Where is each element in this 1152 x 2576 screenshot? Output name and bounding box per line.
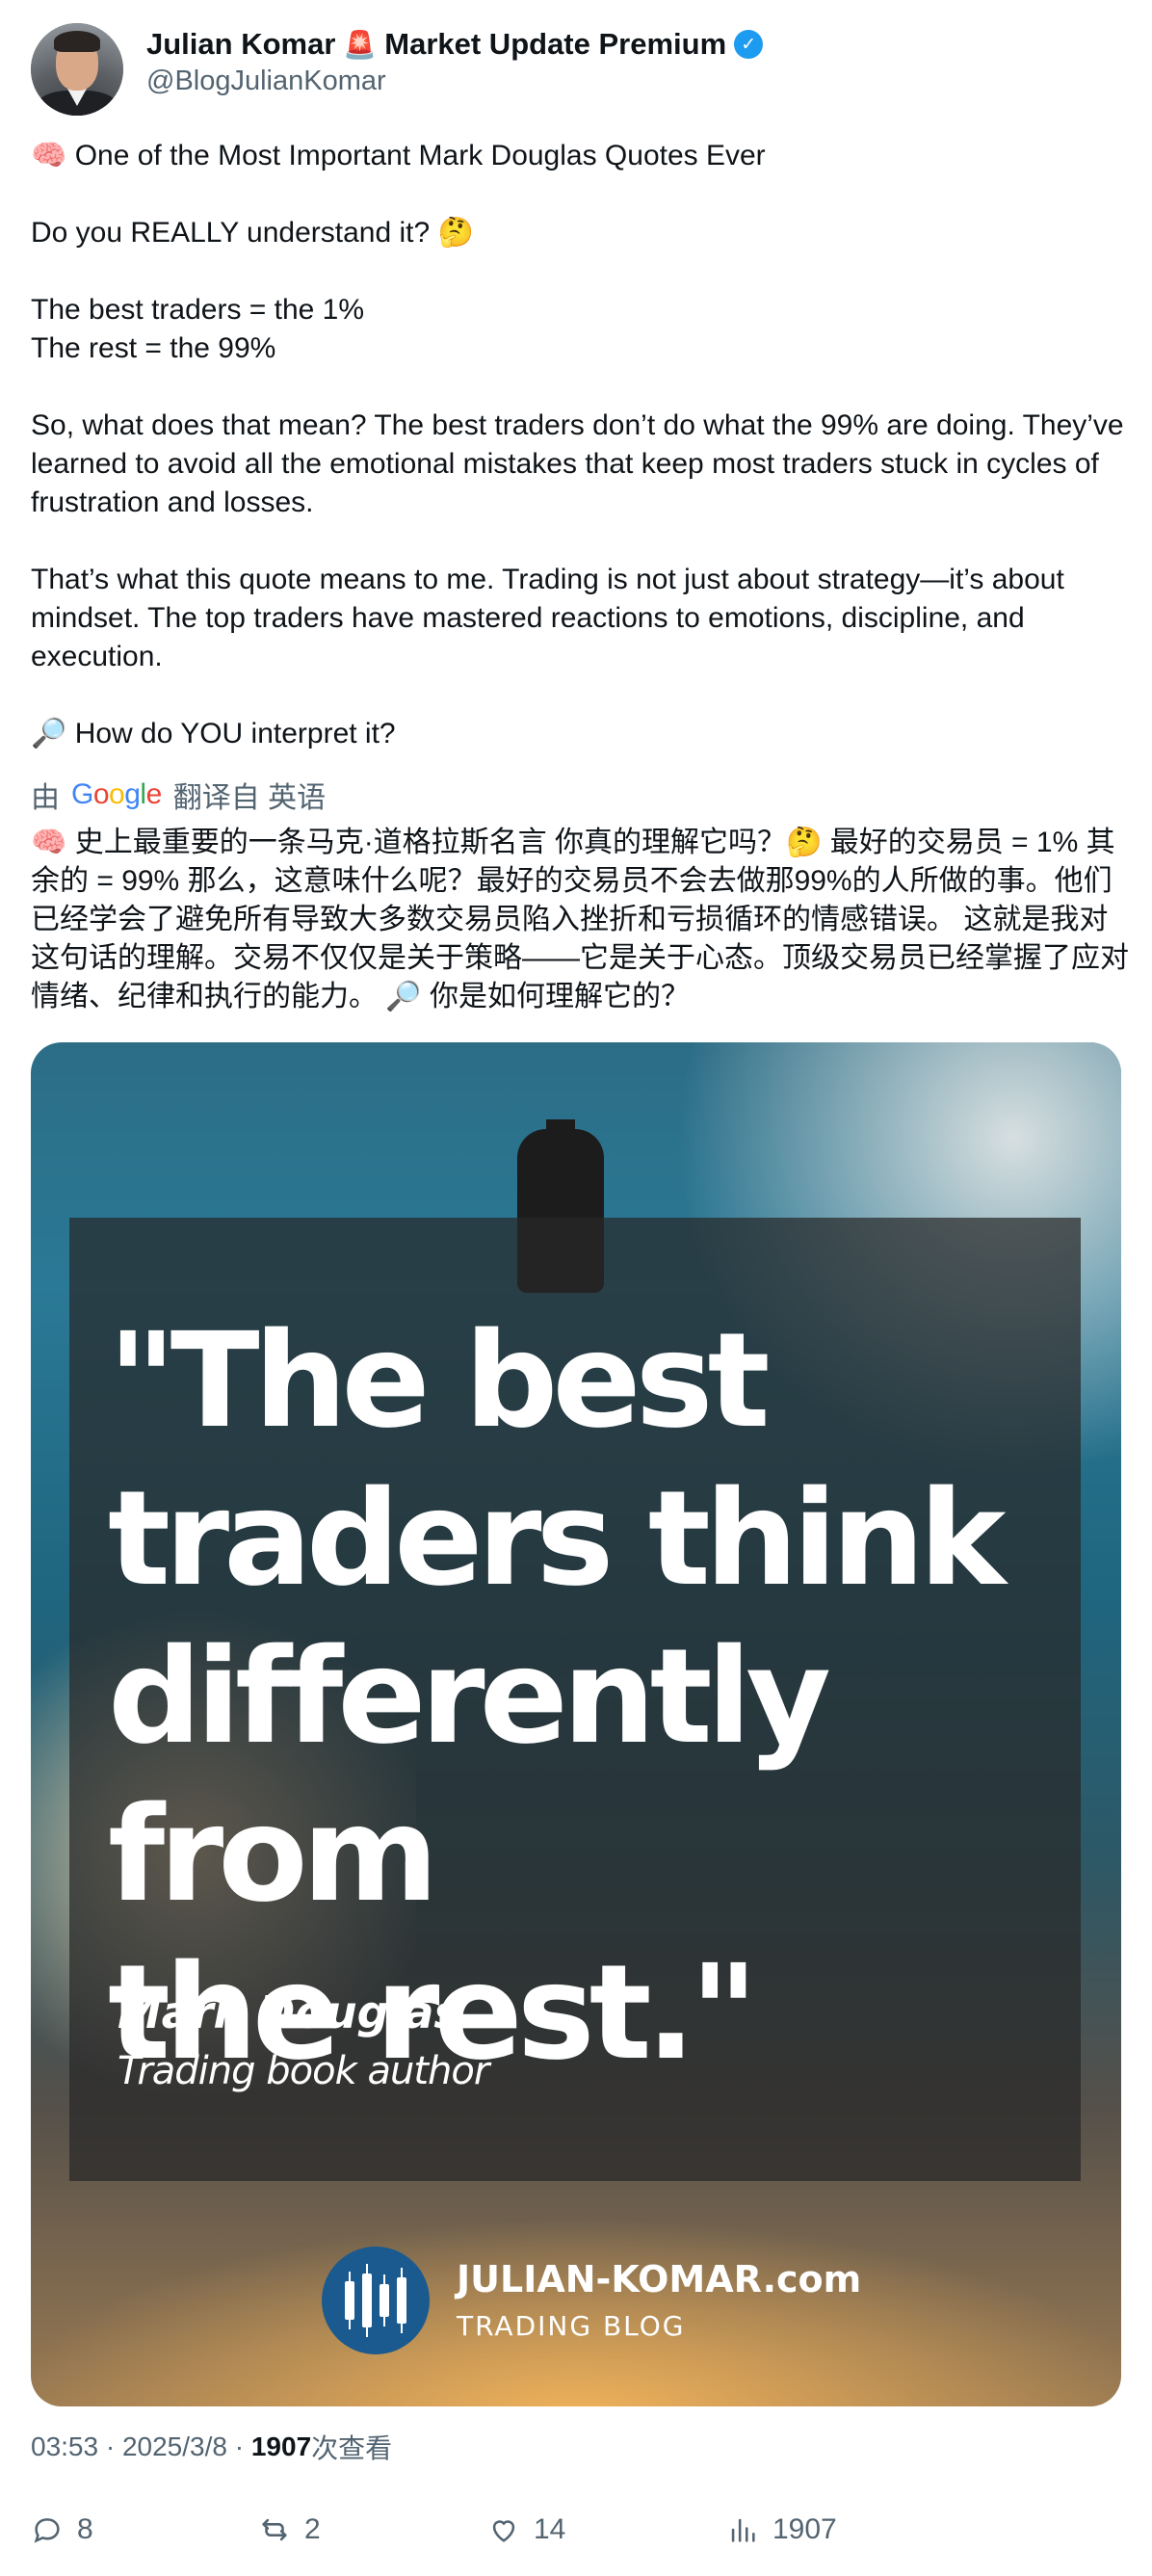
reply-icon [34, 2518, 60, 2543]
google-letter: g [124, 778, 141, 810]
views-count: 1907 [250, 2431, 312, 2461]
user-handle[interactable]: @BlogJulianKomar [146, 66, 386, 97]
tweet-image[interactable]: "The best traders think differently from… [31, 1042, 1121, 2406]
candlestick-logo-icon [322, 2247, 430, 2354]
tweet-meta: 03:53 · 2025/3/8 · 1907 次查看 [31, 2428, 392, 2466]
brand-name: JULIAN-KOMAR.com [457, 2258, 862, 2300]
google-letter: e [145, 778, 163, 810]
repost-icon [262, 2518, 287, 2541]
tweet-time[interactable]: 03:53 [31, 2431, 98, 2462]
repost-count: 2 [304, 2513, 321, 2545]
action-bar: 8 2 14 1907 [31, 2509, 1121, 2551]
quote-author: Mark Douglas [118, 1986, 460, 2038]
translated-text: 🧠 史上最重要的一条马克·道格拉斯名言 你真的理解它吗？🤔 最好的交易员 = 1… [31, 827, 1129, 1012]
avatar[interactable] [31, 23, 123, 116]
quote-text: "The best traders think differently from… [108, 1305, 1007, 2090]
display-name-subtitle[interactable]: Market Update Premium [384, 27, 726, 62]
translation-prefix: 由 [31, 782, 60, 814]
tweet-date[interactable]: 2025/3/8 [122, 2431, 227, 2462]
brand-subtitle: TRADING BLOG [457, 2310, 686, 2342]
like-button[interactable]: 14 [487, 2509, 565, 2551]
reply-button[interactable]: 8 [31, 2509, 93, 2551]
reply-count: 8 [77, 2513, 93, 2545]
google-letter: o [109, 778, 125, 810]
analytics-icon [731, 2518, 755, 2542]
like-count: 14 [534, 2513, 566, 2545]
translation-suffix: 翻译自 英语 [172, 782, 327, 814]
verified-badge-icon: ✓ [734, 30, 764, 59]
quote-author-role: Trading book author [118, 2049, 489, 2093]
name-row[interactable]: Julian Komar 🚨 Market Update Premium ✓ [146, 25, 764, 64]
display-name[interactable]: Julian Komar [146, 27, 335, 62]
views-count-action: 1907 [772, 2513, 837, 2545]
google-letter: G [71, 778, 93, 810]
tweet-header: Julian Komar 🚨 Market Update Premium ✓ @… [31, 23, 1119, 116]
meta-separator: · [226, 2431, 251, 2461]
repost-button[interactable]: 2 [258, 2509, 321, 2551]
siren-emoji: 🚨 [343, 29, 378, 60]
tweet-text: 🧠 One of the Most Important Mark Douglas… [31, 140, 1124, 749]
views-label: 次查看 [311, 2433, 393, 2463]
views-button[interactable]: 1907 [726, 2509, 837, 2551]
translation-attribution: 由 Google 翻译自 英语 [31, 775, 326, 814]
google-letter: o [92, 778, 110, 810]
google-logo: Google [71, 778, 162, 811]
meta-separator: · [98, 2431, 122, 2461]
heart-icon [492, 2520, 515, 2542]
